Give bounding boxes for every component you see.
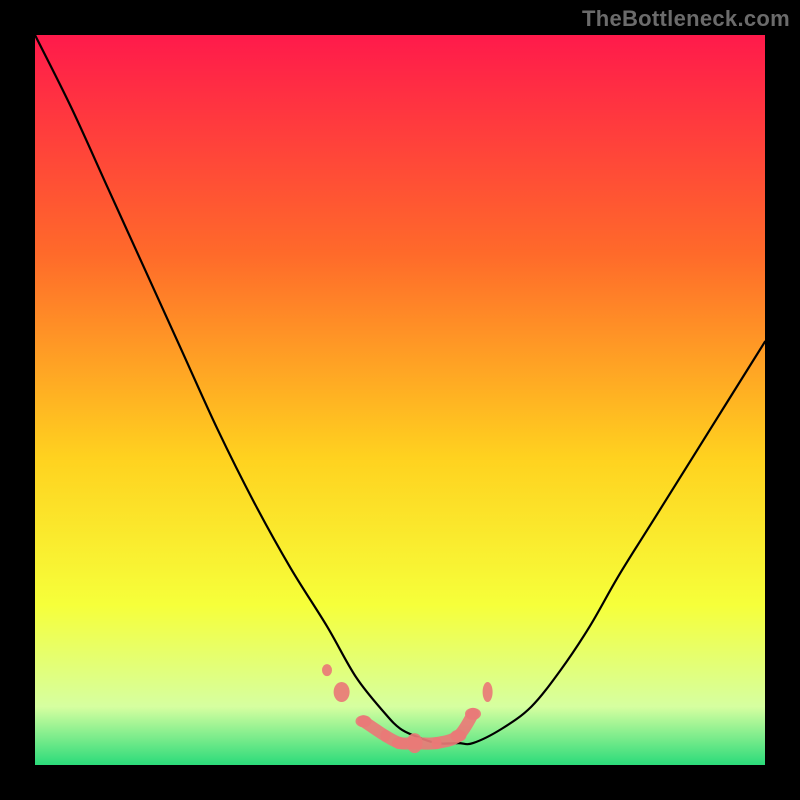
bottleneck-curve-svg	[35, 35, 765, 765]
curve-marker	[432, 737, 442, 749]
curve-marker	[465, 708, 481, 720]
chart-frame: TheBottleneck.com	[0, 0, 800, 800]
bottleneck-curve-path	[35, 35, 765, 744]
curve-markers	[322, 664, 493, 753]
curve-marker	[380, 730, 390, 742]
curve-marker	[322, 664, 332, 676]
curve-marker	[483, 682, 493, 702]
curve-marker	[450, 730, 466, 742]
curve-marker	[392, 737, 408, 749]
curve-marker	[334, 682, 350, 702]
plot-area	[35, 35, 765, 765]
curve-marker	[407, 733, 423, 753]
watermark-text: TheBottleneck.com	[582, 6, 790, 32]
curve-marker	[356, 715, 372, 727]
